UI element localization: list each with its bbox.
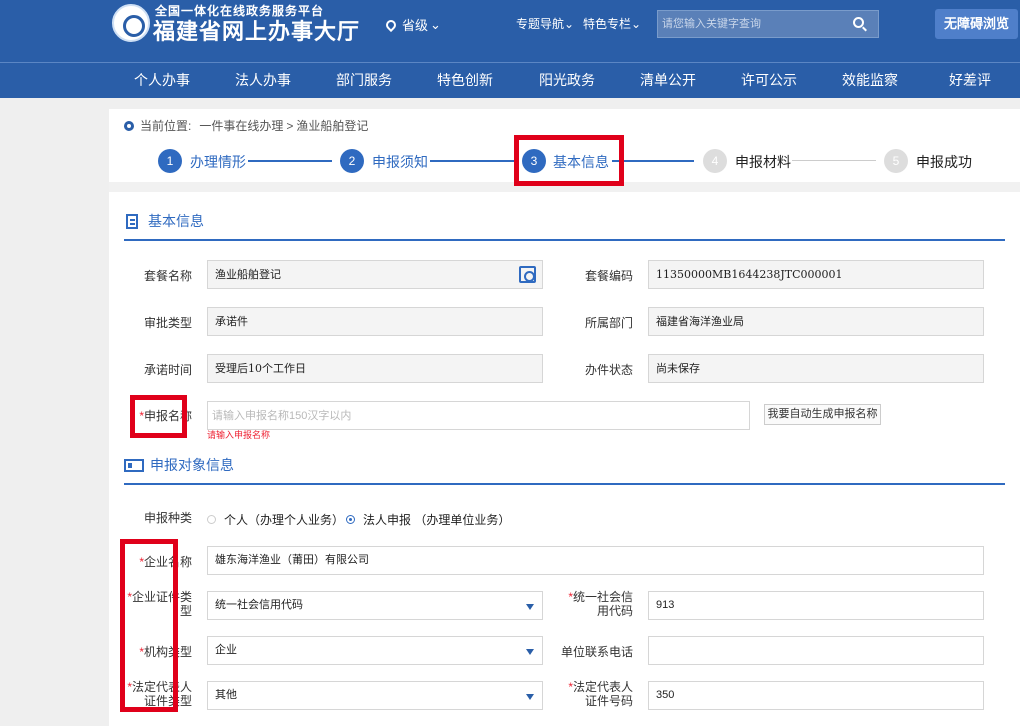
special-column-link[interactable]: 特色专栏⌄ — [583, 15, 641, 32]
breadcrumb-current: 渔业船舶登记 — [296, 119, 369, 133]
promise-time-label: 承诺时间 — [143, 363, 192, 377]
cert-type-select[interactable]: 统一社会信用代码 — [207, 591, 543, 620]
cert-type-value: 统一社会信用代码 — [215, 599, 303, 611]
region-selector[interactable]: 省级 ⌄ — [383, 15, 441, 34]
legal-cert-no-field[interactable]: 350 — [648, 681, 984, 710]
radio-personal-label: 个人（办理个人业务） — [224, 513, 345, 527]
breadcrumb-link[interactable]: 一件事在线办理 — [199, 117, 283, 134]
credit-code-label: *统一社会信 用代码 — [568, 590, 633, 618]
apply-name-input[interactable] — [212, 402, 749, 430]
section-divider — [124, 483, 1005, 485]
scan-search-icon[interactable] — [519, 266, 536, 283]
step-connector — [792, 160, 876, 161]
dropdown-arrow-icon — [526, 604, 534, 610]
region-label: 省级 — [402, 18, 429, 33]
accessibility-button[interactable]: 无障碍浏览 — [935, 9, 1018, 39]
site-title[interactable]: 福建省网上办事大厅 — [153, 14, 360, 46]
site-header: 全国一体化在线政务服务平台 福建省网上办事大厅 省级 ⌄ 专题导航⌄ 特色专栏⌄… — [0, 0, 1020, 62]
phone-field[interactable] — [648, 636, 984, 665]
nav-item-innovation[interactable]: 特色创新 — [437, 63, 493, 99]
topic-nav-link[interactable]: 专题导航⌄ — [516, 15, 574, 32]
topic-nav-label: 专题导航 — [516, 17, 565, 31]
search-input[interactable] — [658, 11, 838, 37]
step-connector — [248, 160, 332, 162]
emblem-icon — [112, 4, 150, 42]
breadcrumb-prefix: 当前位置: — [140, 119, 192, 133]
breadcrumb-separator: > — [286, 118, 294, 133]
apply-name-field — [207, 401, 750, 430]
step-connector — [612, 160, 694, 162]
step-4-label: 申报材料 — [735, 154, 791, 170]
apply-type-label: 申报种类 — [143, 511, 192, 525]
step-2-number: 2 — [340, 149, 364, 173]
approval-type-label: 审批类型 — [143, 316, 192, 330]
radio-legal[interactable]: 法人申报 （办理单位业务） — [346, 511, 510, 528]
highlight-box — [514, 135, 624, 186]
step-4-number: 4 — [703, 149, 727, 173]
id-card-icon — [124, 458, 144, 472]
nav-item-supervision[interactable]: 效能监察 — [842, 63, 898, 99]
highlight-box — [130, 395, 187, 438]
legal-cert-type-select[interactable]: 其他 — [207, 681, 543, 710]
package-name-label: 套餐名称 — [143, 269, 192, 283]
document-icon — [126, 213, 138, 229]
nav-item-open-gov[interactable]: 阳光政务 — [539, 63, 595, 99]
main-nav: 个人办事 法人办事 部门服务 特色创新 阳光政务 清单公开 许可公示 效能监察 … — [0, 62, 1020, 98]
location-icon — [124, 120, 134, 131]
package-code-field: 11350000MB1644238JTC000001 — [648, 260, 984, 289]
org-type-value: 企业 — [215, 644, 237, 656]
nav-item-rating[interactable]: 好差评 — [949, 63, 991, 99]
status-label: 办件状态 — [584, 363, 633, 377]
radio-personal[interactable]: 个人（办理个人业务） — [207, 511, 344, 528]
applicant-info-title-text: 申报对象信息 — [150, 457, 234, 473]
basic-info-title: 基本信息 — [126, 211, 204, 231]
dropdown-arrow-icon — [526, 694, 534, 700]
step-2-label: 申报须知 — [372, 154, 428, 170]
chevron-down-icon: ⌄ — [631, 17, 642, 31]
step-1-label: 办理情形 — [190, 154, 246, 170]
applicant-info-title: 申报对象信息 — [124, 455, 234, 475]
status-field: 尚未保存 — [648, 354, 984, 383]
step-connector — [430, 160, 514, 162]
approval-type-field: 承诺件 — [207, 307, 543, 336]
step-1-number: 1 — [158, 149, 182, 173]
legal-cert-type-value: 其他 — [215, 689, 237, 701]
step-5-label: 申报成功 — [916, 154, 972, 170]
auto-generate-button[interactable]: 我要自动生成申报名称 — [764, 404, 881, 425]
package-code-label: 套餐编码 — [584, 269, 633, 283]
radio-dot-selected — [346, 515, 355, 524]
department-field: 福建省海洋渔业局 — [648, 307, 984, 336]
dropdown-arrow-icon — [526, 649, 534, 655]
chevron-down-icon: ⌄ — [430, 16, 441, 32]
nav-item-department[interactable]: 部门服务 — [336, 63, 392, 99]
package-name-value: 渔业船舶登记 — [215, 268, 281, 281]
nav-item-legal[interactable]: 法人办事 — [235, 63, 291, 99]
radio-legal-label: 法人申报 （办理单位业务） — [363, 513, 511, 527]
special-column-label: 特色专栏 — [583, 17, 632, 31]
highlight-box — [120, 539, 178, 712]
section-divider — [124, 239, 1005, 241]
org-type-select[interactable]: 企业 — [207, 636, 543, 665]
legal-cert-no-label: *法定代表人 证件号码 — [568, 680, 633, 708]
search-icon[interactable] — [853, 17, 864, 28]
basic-info-title-text: 基本信息 — [148, 213, 204, 229]
radio-dot — [207, 515, 216, 524]
nav-item-permit[interactable]: 许可公示 — [741, 63, 797, 99]
step-5-number: 5 — [884, 149, 908, 173]
apply-name-error: 请输入申报名称 — [207, 430, 271, 440]
location-pin-icon — [383, 17, 399, 32]
nav-item-list[interactable]: 清单公开 — [640, 63, 696, 99]
chevron-down-icon: ⌄ — [564, 17, 575, 31]
nav-item-personal[interactable]: 个人办事 — [134, 63, 190, 99]
breadcrumb: 当前位置: 一件事在线办理 > 渔业船舶登记 — [124, 117, 368, 134]
company-name-field[interactable]: 雄东海洋渔业（莆田）有限公司 — [207, 546, 984, 575]
promise-time-field: 受理后10个工作日 — [207, 354, 543, 383]
package-name-field: 渔业船舶登记 — [207, 260, 543, 289]
department-label: 所属部门 — [584, 316, 633, 330]
search-box — [657, 10, 879, 38]
phone-label: 单位联系电话 — [560, 645, 633, 659]
credit-code-field[interactable]: 913 — [648, 591, 984, 620]
